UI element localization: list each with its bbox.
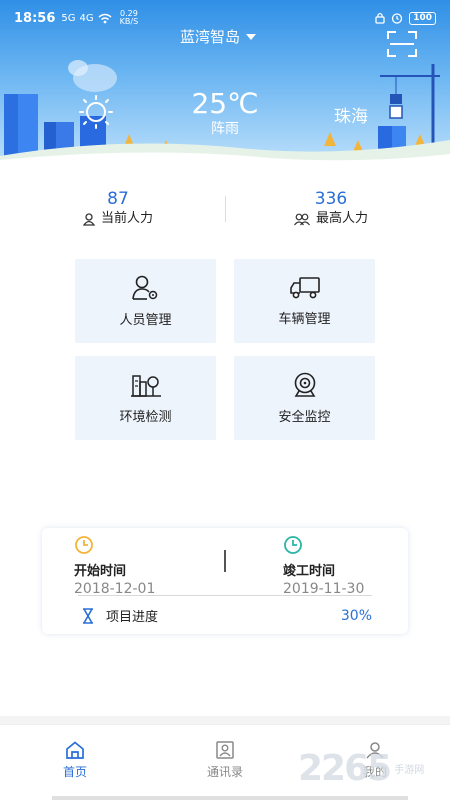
tile-label: 环境检测 [119, 409, 172, 425]
environment-icon [130, 374, 161, 397]
date-divider [224, 550, 226, 572]
contacts-icon [216, 741, 234, 759]
home-icon [66, 741, 84, 759]
scan-icon[interactable] [386, 30, 418, 58]
top-bar: 蓝湾智岛 [0, 26, 450, 57]
signal-icon-2: 4G [79, 12, 94, 24]
tile-safety-monitoring[interactable]: 安全监控 [234, 356, 375, 440]
wifi-icon [98, 13, 112, 23]
workforce-stats: 87 当前人力 336 最高人力 [0, 188, 450, 232]
person-icon [82, 212, 95, 226]
tab-contacts-label: 通讯录 [206, 765, 243, 779]
status-right-icons: 100 [375, 11, 436, 25]
current-workforce-label: 当前人力 [100, 211, 153, 226]
project-selector[interactable]: 蓝湾智岛 [180, 26, 257, 47]
tab-home-label: 首页 [62, 765, 87, 779]
city-name: 珠海 [334, 107, 368, 127]
current-workforce-value: 87 [107, 189, 129, 209]
watermark-site: 手游网 [394, 764, 425, 776]
weather-widget: 25℃ 阵雨 [190, 88, 260, 138]
home-indicator [52, 796, 408, 800]
tab-home[interactable]: 首页 [40, 741, 110, 780]
weather-condition: 阵雨 [211, 121, 239, 137]
personnel-icon [131, 275, 157, 300]
tab-bar-shadow [0, 716, 450, 724]
sun-icon [79, 95, 113, 129]
tile-label: 车辆管理 [278, 311, 331, 327]
card-divider-line [78, 595, 372, 596]
tile-environment-monitoring[interactable]: 环境检测 [75, 356, 216, 440]
clock-start-icon [75, 536, 93, 554]
temperature: 25℃ [191, 87, 259, 120]
tile-vehicle-management[interactable]: 车辆管理 [234, 259, 375, 343]
tile-personnel-management[interactable]: 人员管理 [75, 259, 216, 343]
max-workforce-stat: 336 最高人力 [261, 188, 401, 228]
net-speed: 0.29 KB/S [119, 9, 139, 26]
people-icon [294, 213, 310, 225]
clock-end-icon [284, 536, 302, 554]
signal-icon: 5G [61, 12, 76, 24]
lock-icon [375, 12, 385, 24]
header-banner: 18:56 5G 4G 0.29 KB/S 100 蓝湾智岛 25℃ 阵雨 珠海 [0, 0, 450, 168]
watermark-logo: 2265 手游网 [298, 746, 448, 790]
tile-label: 安全监控 [278, 409, 331, 425]
truck-icon [289, 276, 320, 298]
start-date-block: 开始时间 2018-12-01 [74, 536, 155, 597]
status-time: 18:56 [14, 10, 56, 26]
end-date-label: 竣工时间 [283, 564, 336, 579]
camera-icon [294, 372, 315, 397]
project-name: 蓝湾智岛 [180, 28, 241, 46]
current-workforce-stat: 87 当前人力 [48, 188, 188, 228]
alarm-icon [392, 13, 403, 24]
progress-value: 30% [340, 607, 372, 624]
hourglass-icon [83, 607, 93, 624]
tile-label: 人员管理 [119, 312, 172, 328]
battery-indicator: 100 [409, 11, 436, 25]
watermark-number: 2265 [298, 747, 392, 789]
tab-contacts[interactable]: 通讯录 [190, 741, 260, 780]
start-date-label: 开始时间 [74, 564, 127, 579]
end-date-block: 竣工时间 2019-11-30 [283, 536, 364, 597]
stats-divider [225, 196, 226, 222]
project-progress-card: 开始时间 2018-12-01 竣工时间 2019-11-30 项目进度 30% [42, 528, 408, 634]
progress-label: 项目进度 [106, 610, 159, 625]
max-workforce-value: 336 [314, 189, 348, 209]
max-workforce-label: 最高人力 [315, 211, 368, 226]
chevron-down-icon [246, 33, 257, 40]
project-progress-row: 项目进度 30% [82, 606, 372, 625]
status-signals: 5G 4G 0.29 KB/S [61, 10, 138, 26]
